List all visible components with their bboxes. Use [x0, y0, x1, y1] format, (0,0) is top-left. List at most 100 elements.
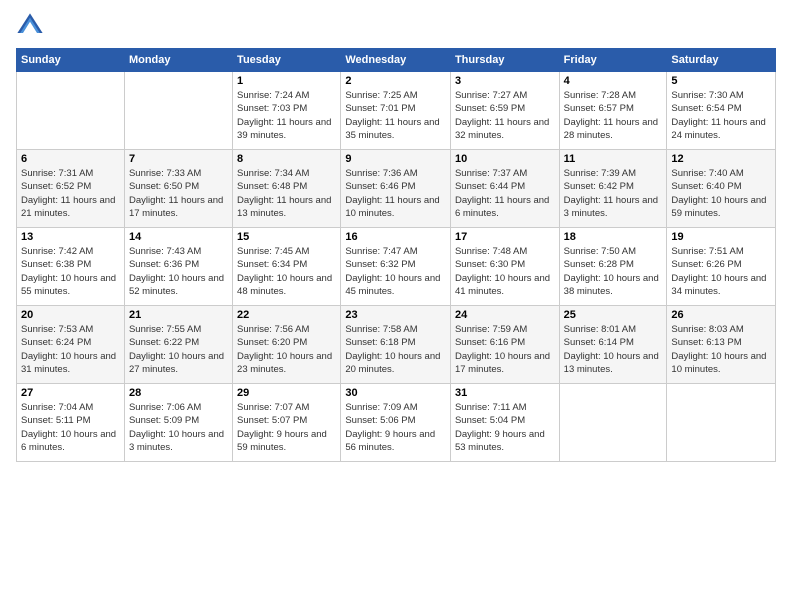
day-number: 15	[237, 231, 336, 243]
day-number: 1	[237, 75, 336, 87]
calendar-cell: 26 Sunrise: 8:03 AM Sunset: 6:13 PM Dayli…	[667, 306, 776, 384]
day-info: Sunrise: 7:11 AM Sunset: 5:04 PM Dayligh…	[455, 401, 555, 454]
calendar-week-5: 27 Sunrise: 7:04 AM Sunset: 5:11 PM Dayli…	[17, 384, 776, 462]
calendar-header-monday: Monday	[124, 49, 232, 72]
day-info: Sunrise: 7:24 AM Sunset: 7:03 PM Dayligh…	[237, 89, 336, 142]
day-info: Sunrise: 7:25 AM Sunset: 7:01 PM Dayligh…	[345, 89, 446, 142]
day-info: Sunrise: 7:27 AM Sunset: 6:59 PM Dayligh…	[455, 89, 555, 142]
day-number: 31	[455, 387, 555, 399]
day-number: 2	[345, 75, 446, 87]
day-number: 8	[237, 153, 336, 165]
calendar-cell: 19Sunrise: 7:51 AM Sunset: 6:26 PM Dayli…	[667, 228, 776, 306]
calendar-week-3: 13Sunrise: 7:42 AM Sunset: 6:38 PM Dayli…	[17, 228, 776, 306]
calendar-cell: 17 Sunrise: 7:48 AM Sunset: 6:30 PM Dayli…	[450, 228, 559, 306]
day-info: Sunrise: 8:03 AM Sunset: 6:13 PM Dayligh…	[671, 323, 771, 376]
calendar-cell: 4 Sunrise: 7:28 AM Sunset: 6:57 PM Daylig…	[559, 72, 667, 150]
calendar-cell: 29Sunrise: 7:07 AM Sunset: 5:07 PM Dayli…	[233, 384, 341, 462]
day-info: Sunrise: 7:45 AM Sunset: 6:34 PM Dayligh…	[237, 245, 336, 298]
calendar-cell	[124, 72, 232, 150]
logo	[16, 12, 46, 40]
day-number: 27	[21, 387, 120, 399]
calendar-header-saturday: Saturday	[667, 49, 776, 72]
calendar-cell: 11Sunrise: 7:39 AM Sunset: 6:42 PM Dayli…	[559, 150, 667, 228]
calendar-cell	[559, 384, 667, 462]
calendar-cell: 5 Sunrise: 7:30 AM Sunset: 6:54 PM Daylig…	[667, 72, 776, 150]
calendar-header-friday: Friday	[559, 49, 667, 72]
day-info: Sunrise: 7:47 AM Sunset: 6:32 PM Dayligh…	[345, 245, 446, 298]
day-number: 30	[345, 387, 446, 399]
day-info: Sunrise: 7:55 AM Sunset: 6:22 PM Dayligh…	[129, 323, 228, 376]
day-number: 19	[671, 231, 771, 243]
calendar-header-wednesday: Wednesday	[341, 49, 451, 72]
day-number: 25	[564, 309, 663, 321]
page: SundayMondayTuesdayWednesdayThursdayFrid…	[0, 0, 792, 612]
calendar-cell	[17, 72, 125, 150]
calendar-cell: 7 Sunrise: 7:33 AM Sunset: 6:50 PM Daylig…	[124, 150, 232, 228]
day-info: Sunrise: 7:33 AM Sunset: 6:50 PM Dayligh…	[129, 167, 228, 220]
calendar-cell: 30 Sunrise: 7:09 AM Sunset: 5:06 PM Dayli…	[341, 384, 451, 462]
calendar-table: SundayMondayTuesdayWednesdayThursdayFrid…	[16, 48, 776, 462]
day-info: Sunrise: 7:40 AM Sunset: 6:40 PM Dayligh…	[671, 167, 771, 220]
calendar-header-thursday: Thursday	[450, 49, 559, 72]
calendar-cell: 24 Sunrise: 7:59 AM Sunset: 6:16 PM Dayli…	[450, 306, 559, 384]
calendar-cell: 25 Sunrise: 8:01 AM Sunset: 6:14 PM Dayli…	[559, 306, 667, 384]
day-number: 17	[455, 231, 555, 243]
day-number: 23	[345, 309, 446, 321]
day-number: 5	[671, 75, 771, 87]
calendar-week-2: 6Sunrise: 7:31 AM Sunset: 6:52 PM Daylig…	[17, 150, 776, 228]
day-info: Sunrise: 7:06 AM Sunset: 5:09 PM Dayligh…	[129, 401, 228, 454]
day-info: Sunrise: 7:28 AM Sunset: 6:57 PM Dayligh…	[564, 89, 663, 142]
calendar-cell: 15 Sunrise: 7:45 AM Sunset: 6:34 PM Dayli…	[233, 228, 341, 306]
day-number: 9	[345, 153, 446, 165]
day-info: Sunrise: 7:56 AM Sunset: 6:20 PM Dayligh…	[237, 323, 336, 376]
day-info: Sunrise: 7:42 AM Sunset: 6:38 PM Dayligh…	[21, 245, 120, 298]
calendar-cell: 10 Sunrise: 7:37 AM Sunset: 6:44 PM Dayli…	[450, 150, 559, 228]
day-info: Sunrise: 7:48 AM Sunset: 6:30 PM Dayligh…	[455, 245, 555, 298]
day-number: 20	[21, 309, 120, 321]
day-number: 4	[564, 75, 663, 87]
day-info: Sunrise: 7:04 AM Sunset: 5:11 PM Dayligh…	[21, 401, 120, 454]
calendar-cell: 20Sunrise: 7:53 AM Sunset: 6:24 PM Dayli…	[17, 306, 125, 384]
day-number: 6	[21, 153, 120, 165]
calendar-cell: 14Sunrise: 7:43 AM Sunset: 6:36 PM Dayli…	[124, 228, 232, 306]
day-info: Sunrise: 7:34 AM Sunset: 6:48 PM Dayligh…	[237, 167, 336, 220]
day-info: Sunrise: 7:09 AM Sunset: 5:06 PM Dayligh…	[345, 401, 446, 454]
day-number: 22	[237, 309, 336, 321]
calendar-cell: 8 Sunrise: 7:34 AM Sunset: 6:48 PM Daylig…	[233, 150, 341, 228]
calendar-header-tuesday: Tuesday	[233, 49, 341, 72]
logo-icon	[16, 12, 44, 40]
calendar-cell: 27 Sunrise: 7:04 AM Sunset: 5:11 PM Dayli…	[17, 384, 125, 462]
day-info: Sunrise: 8:01 AM Sunset: 6:14 PM Dayligh…	[564, 323, 663, 376]
day-info: Sunrise: 7:39 AM Sunset: 6:42 PM Dayligh…	[564, 167, 663, 220]
day-number: 28	[129, 387, 228, 399]
day-info: Sunrise: 7:50 AM Sunset: 6:28 PM Dayligh…	[564, 245, 663, 298]
calendar-cell: 2 Sunrise: 7:25 AM Sunset: 7:01 PM Daylig…	[341, 72, 451, 150]
calendar-cell: 23 Sunrise: 7:58 AM Sunset: 6:18 PM Dayli…	[341, 306, 451, 384]
calendar-cell: 12 Sunrise: 7:40 AM Sunset: 6:40 PM Dayli…	[667, 150, 776, 228]
day-info: Sunrise: 7:37 AM Sunset: 6:44 PM Dayligh…	[455, 167, 555, 220]
calendar-cell: 6Sunrise: 7:31 AM Sunset: 6:52 PM Daylig…	[17, 150, 125, 228]
calendar-week-1: 1 Sunrise: 7:24 AM Sunset: 7:03 PM Daylig…	[17, 72, 776, 150]
calendar-cell: 21Sunrise: 7:55 AM Sunset: 6:22 PM Dayli…	[124, 306, 232, 384]
calendar-cell: 22 Sunrise: 7:56 AM Sunset: 6:20 PM Dayli…	[233, 306, 341, 384]
day-info: Sunrise: 7:30 AM Sunset: 6:54 PM Dayligh…	[671, 89, 771, 142]
calendar-cell: 18Sunrise: 7:50 AM Sunset: 6:28 PM Dayli…	[559, 228, 667, 306]
calendar-cell: 16 Sunrise: 7:47 AM Sunset: 6:32 PM Dayli…	[341, 228, 451, 306]
day-info: Sunrise: 7:43 AM Sunset: 6:36 PM Dayligh…	[129, 245, 228, 298]
day-number: 16	[345, 231, 446, 243]
day-info: Sunrise: 7:07 AM Sunset: 5:07 PM Dayligh…	[237, 401, 336, 454]
calendar-cell: 13Sunrise: 7:42 AM Sunset: 6:38 PM Dayli…	[17, 228, 125, 306]
day-number: 7	[129, 153, 228, 165]
calendar-week-4: 20Sunrise: 7:53 AM Sunset: 6:24 PM Dayli…	[17, 306, 776, 384]
calendar-cell	[667, 384, 776, 462]
header	[16, 12, 776, 40]
day-number: 12	[671, 153, 771, 165]
day-number: 26	[671, 309, 771, 321]
calendar-cell: 1 Sunrise: 7:24 AM Sunset: 7:03 PM Daylig…	[233, 72, 341, 150]
day-number: 10	[455, 153, 555, 165]
calendar-cell: 3Sunrise: 7:27 AM Sunset: 6:59 PM Daylig…	[450, 72, 559, 150]
day-info: Sunrise: 7:59 AM Sunset: 6:16 PM Dayligh…	[455, 323, 555, 376]
day-info: Sunrise: 7:58 AM Sunset: 6:18 PM Dayligh…	[345, 323, 446, 376]
day-number: 24	[455, 309, 555, 321]
calendar-header-sunday: Sunday	[17, 49, 125, 72]
